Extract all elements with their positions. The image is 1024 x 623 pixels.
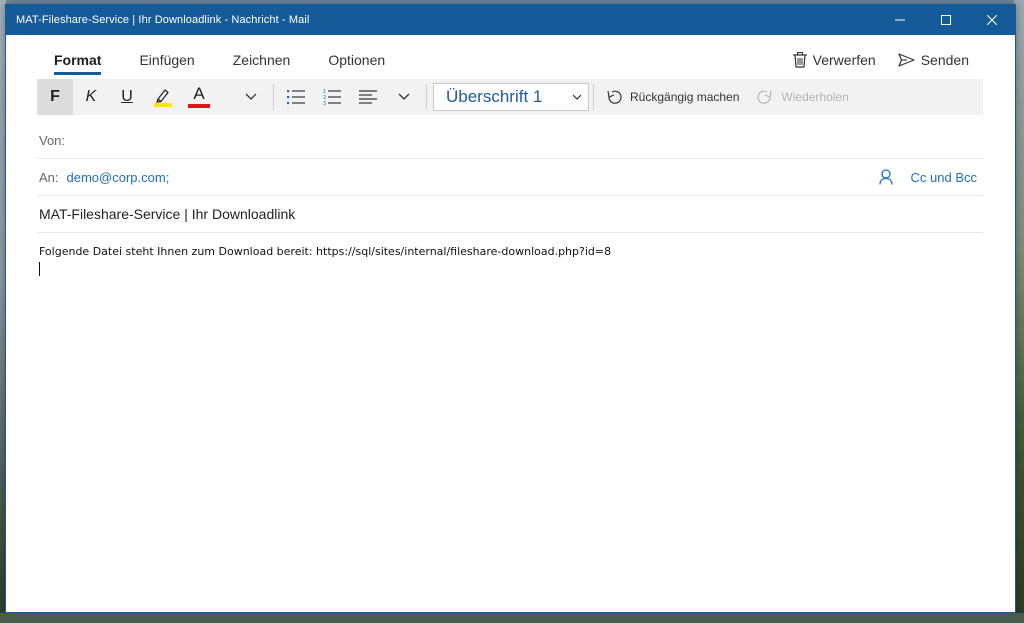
highlighter-icon bbox=[154, 89, 172, 107]
to-label: An: bbox=[39, 169, 59, 185]
maximize-icon bbox=[941, 15, 951, 25]
chevron-down-icon bbox=[245, 93, 257, 100]
tab-options[interactable]: Optionen bbox=[328, 43, 385, 77]
toolbar-separator bbox=[593, 84, 594, 110]
window-title: MAT-Fileshare-Service | Ihr Downloadlink… bbox=[16, 14, 310, 26]
highlight-button[interactable] bbox=[145, 79, 181, 115]
chevron-down-icon bbox=[398, 93, 410, 100]
redo-label: Wiederholen bbox=[781, 90, 849, 104]
subject-field[interactable]: MAT-Fileshare-Service | Ihr Downloadlink bbox=[39, 206, 295, 222]
more-paragraph-button[interactable] bbox=[386, 79, 422, 115]
redo-button[interactable]: Wiederholen bbox=[757, 89, 849, 105]
send-button[interactable]: Senden bbox=[898, 52, 969, 68]
undo-label: Rückgängig machen bbox=[630, 90, 740, 104]
align-button[interactable] bbox=[350, 79, 386, 115]
paragraph-style-select[interactable]: Überschrift 1 bbox=[433, 83, 589, 111]
numbered-list-button[interactable]: 1 2 3 bbox=[314, 79, 350, 115]
from-label: Von: bbox=[39, 132, 66, 148]
italic-label: K bbox=[85, 88, 97, 105]
taskbar-edge bbox=[0, 613, 1024, 623]
send-icon bbox=[898, 53, 915, 67]
title-bar[interactable]: MAT-Fileshare-Service | Ihr Downloadlink… bbox=[6, 5, 1015, 35]
more-format-button[interactable] bbox=[233, 79, 269, 115]
italic-button[interactable]: K bbox=[73, 79, 109, 115]
font-color-label: A bbox=[193, 84, 205, 103]
trash-icon bbox=[792, 52, 807, 68]
ribbon-tabs: Format Einfügen Zeichnen Optionen bbox=[54, 43, 423, 77]
tab-insert[interactable]: Einfügen bbox=[139, 43, 194, 77]
discard-label: Verwerfen bbox=[812, 52, 876, 68]
message-body[interactable]: Folgende Datei steht Ihnen zum Download … bbox=[39, 245, 611, 258]
message-actions: Verwerfen Senden bbox=[792, 52, 969, 68]
window-controls bbox=[877, 5, 1015, 35]
cc-bcc-area: Cc und Bcc bbox=[878, 169, 977, 185]
tab-draw[interactable]: Zeichnen bbox=[233, 43, 291, 77]
bullet-list-icon bbox=[287, 90, 305, 105]
mail-compose-window: MAT-Fileshare-Service | Ihr Downloadlink… bbox=[5, 4, 1016, 613]
bold-label: F bbox=[50, 88, 60, 105]
svg-text:3: 3 bbox=[323, 101, 326, 106]
text-caret bbox=[39, 262, 40, 276]
cc-bcc-button[interactable]: Cc und Bcc bbox=[911, 170, 977, 185]
bold-button[interactable]: F bbox=[37, 79, 73, 115]
undo-icon bbox=[607, 90, 622, 104]
numbered-list-icon: 1 2 3 bbox=[323, 89, 341, 106]
minimize-button[interactable] bbox=[877, 5, 923, 35]
underline-button[interactable]: U bbox=[109, 79, 145, 115]
maximize-button[interactable] bbox=[923, 5, 969, 35]
send-label: Senden bbox=[920, 52, 969, 68]
align-left-icon bbox=[359, 90, 377, 104]
ribbon-tabs-row: Format Einfügen Zeichnen Optionen Verwer… bbox=[6, 43, 1015, 77]
minimize-icon bbox=[895, 19, 905, 21]
chevron-down-icon bbox=[572, 94, 582, 100]
bullet-list-button[interactable] bbox=[278, 79, 314, 115]
undo-button[interactable]: Rückgängig machen bbox=[606, 89, 739, 105]
underline-label: U bbox=[121, 88, 133, 105]
person-icon[interactable] bbox=[878, 169, 893, 185]
font-color-swatch bbox=[188, 104, 210, 108]
font-color-button[interactable]: A bbox=[181, 79, 217, 115]
discard-button[interactable]: Verwerfen bbox=[792, 52, 876, 68]
subject-row[interactable]: MAT-Fileshare-Service | Ihr Downloadlink bbox=[37, 196, 983, 233]
from-row[interactable]: Von: bbox=[37, 122, 983, 159]
format-toolbar: F K U A 1 2 3 Überschrift 1 Rückgängig m… bbox=[37, 79, 983, 115]
toolbar-separator bbox=[426, 84, 427, 110]
close-icon bbox=[987, 15, 997, 25]
to-recipient[interactable]: demo@corp.com; bbox=[67, 170, 170, 185]
toolbar-separator bbox=[273, 84, 274, 110]
to-row[interactable]: An: demo@corp.com; Cc und Bcc bbox=[37, 159, 983, 196]
close-button[interactable] bbox=[969, 5, 1015, 35]
tab-format[interactable]: Format bbox=[54, 43, 102, 77]
redo-icon bbox=[757, 90, 772, 104]
style-value: Überschrift 1 bbox=[446, 87, 543, 106]
